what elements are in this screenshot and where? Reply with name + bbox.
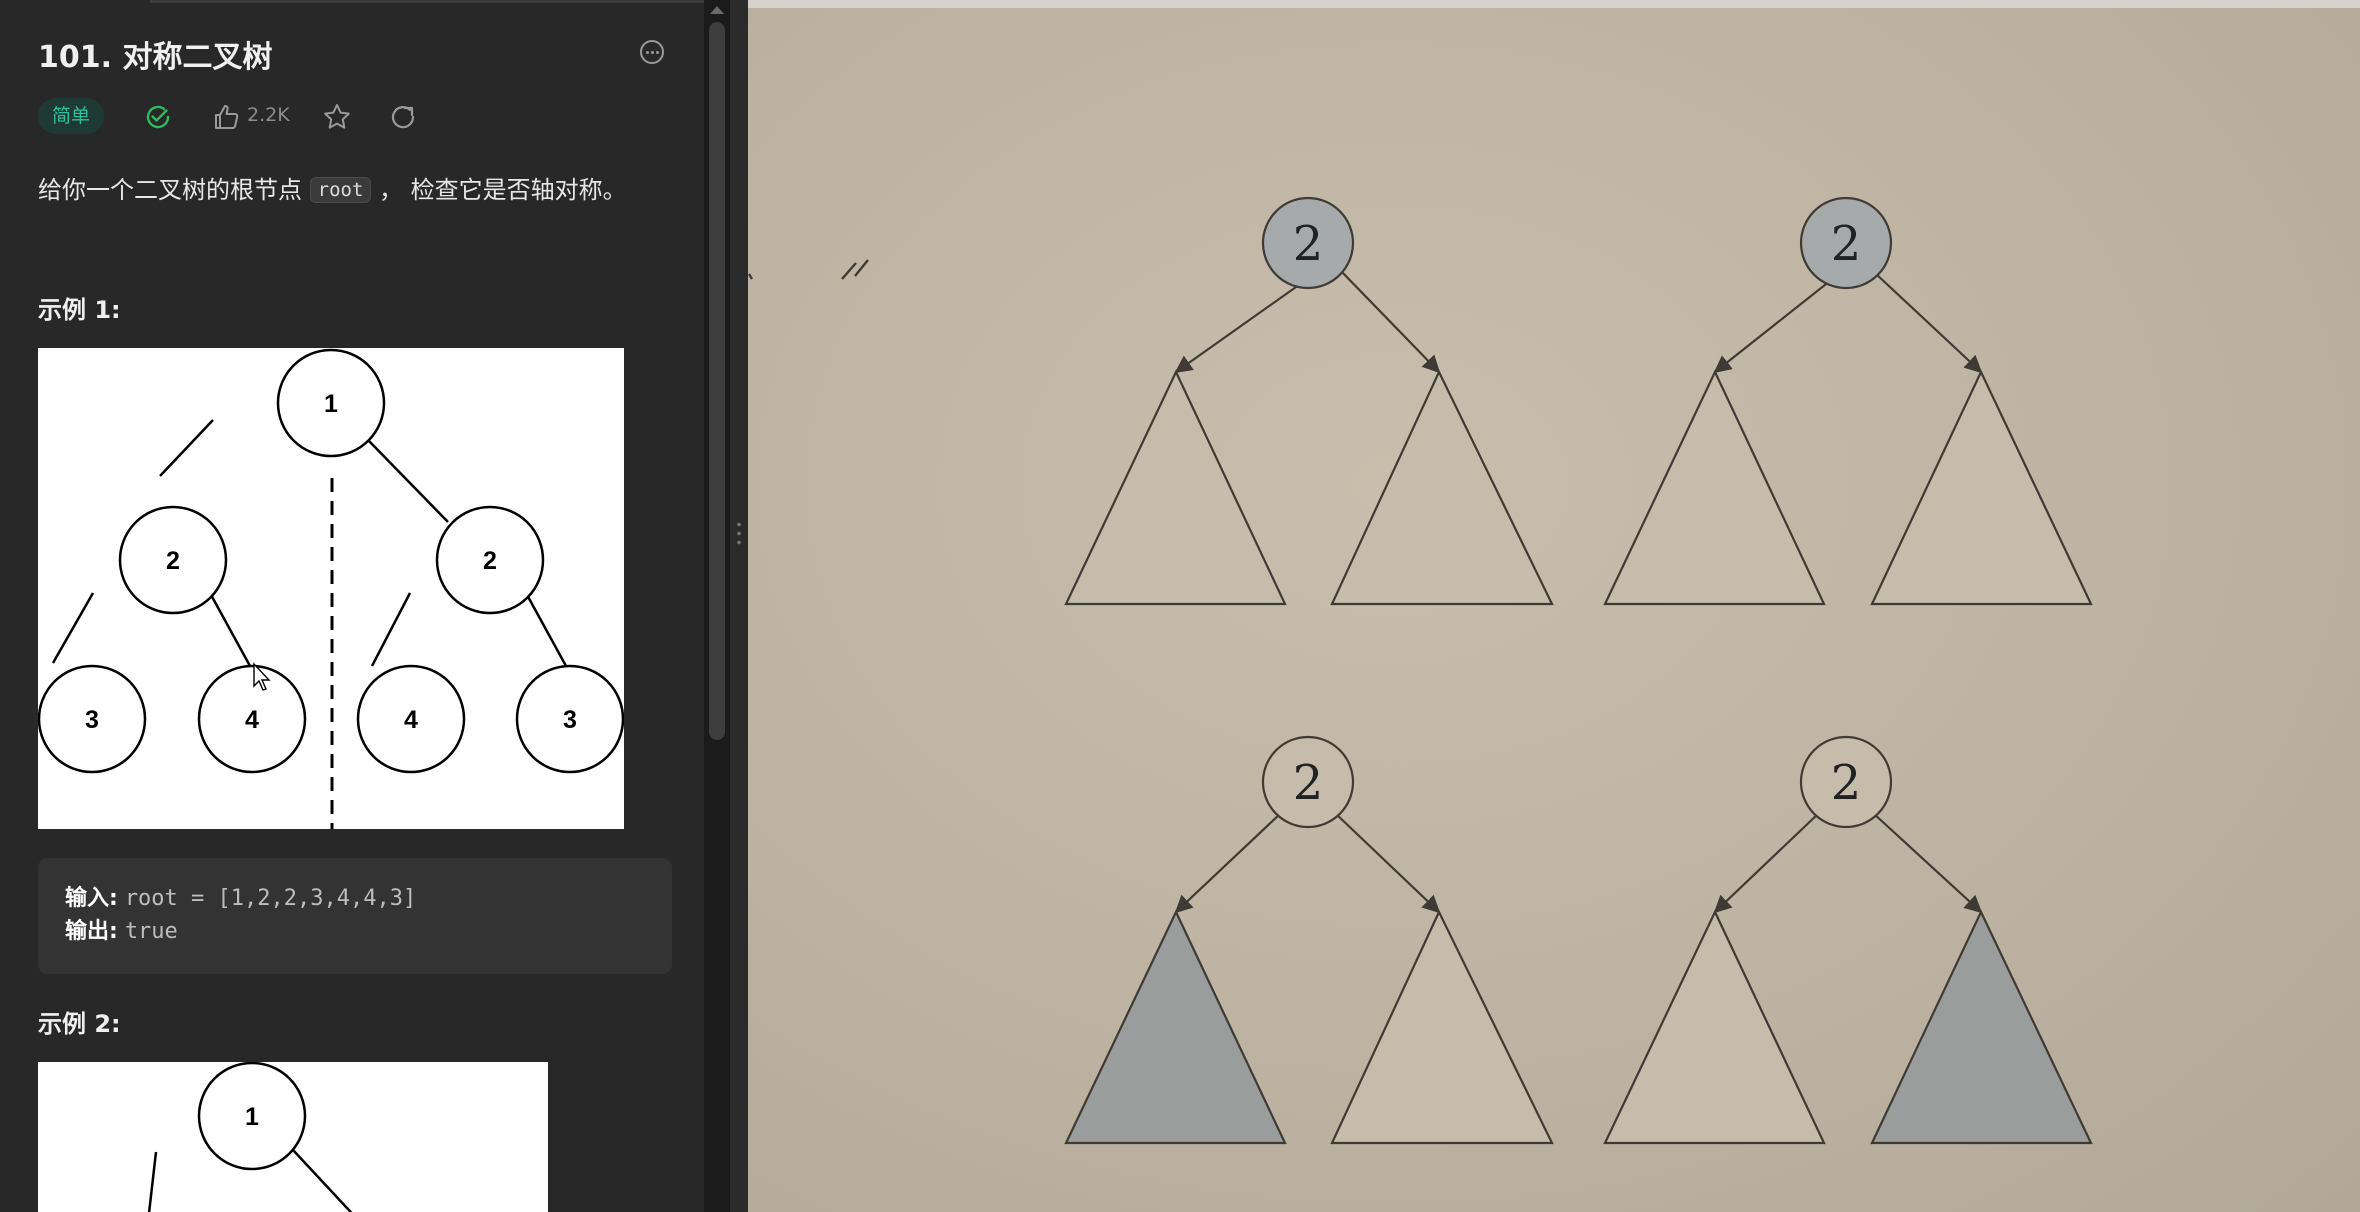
output-label: 输出: xyxy=(65,919,118,944)
root-node-label: 2 xyxy=(1831,755,1862,811)
example1-output-line: 输出: true xyxy=(65,913,178,945)
svg-text:1: 1 xyxy=(245,1103,259,1131)
subtree-triangle xyxy=(1603,909,1826,1145)
symmetry-diagram: 2 2 2 2 xyxy=(748,196,2093,1145)
tree-node: 3 xyxy=(515,664,624,774)
example1-io-block: 输入: root = [1,2,2,3,4,4,3] 输出: true xyxy=(38,858,672,974)
problem-panel: 101. 对称二叉树 简单 2.2K 给你一个二叉树的根节点 root ， 检查… xyxy=(0,0,748,1212)
svg-text:3: 3 xyxy=(563,706,577,734)
root-node-label: 2 xyxy=(1831,216,1862,272)
tree-diagram-bottom-left: 2 xyxy=(1064,735,1554,1145)
tree-node: 4 xyxy=(356,664,466,774)
tree-diagram-top-left: 2 xyxy=(748,196,1554,606)
panel-top-border xyxy=(150,0,708,3)
output-value: true xyxy=(124,919,178,944)
subtree-triangle xyxy=(1330,909,1554,1145)
example2-tree-image: 1 xyxy=(38,1062,548,1212)
tree-node: 3 xyxy=(38,664,147,774)
example1-tree-image: 1 2 2 3 4 4 3 xyxy=(38,348,624,829)
desc-text-before: 给你一个二叉树的根节点 xyxy=(38,176,302,204)
example1-input-line: 输入: root = [1,2,2,3,4,4,3] xyxy=(65,880,416,912)
input-label: 输入: xyxy=(65,886,118,911)
problem-description: 给你一个二叉树的根节点 root ， 检查它是否轴对称。 xyxy=(38,170,627,205)
example2-title: 示例 2: xyxy=(38,1010,121,1038)
problem-title: 101. 对称二叉树 xyxy=(38,40,273,75)
scrollbar-thumb[interactable] xyxy=(709,22,725,740)
tree-diagram-top-right: 2 xyxy=(1603,196,2093,606)
difficulty-badge: 简单 xyxy=(38,98,105,134)
svg-text:2: 2 xyxy=(483,547,497,575)
svg-text:1: 1 xyxy=(324,390,338,418)
like-count: 2.2K xyxy=(247,104,290,126)
tree-node: 1 xyxy=(197,1062,307,1171)
solved-check-icon xyxy=(146,105,170,129)
subtree-triangle xyxy=(1870,369,2093,606)
tree-node: 2 xyxy=(435,505,545,615)
subtree-triangle-shaded xyxy=(1870,909,2093,1145)
more-icon[interactable] xyxy=(640,40,664,64)
svg-text:2: 2 xyxy=(166,547,180,575)
root-node-label: 2 xyxy=(1293,755,1324,811)
tree-node: 4 xyxy=(197,664,307,774)
tree-node: 2 xyxy=(118,505,228,615)
scroll-up-arrow-icon[interactable] xyxy=(710,6,724,14)
tree-diagram-bottom-right: 2 xyxy=(1603,735,2093,1145)
desc-text-after: ， 检查它是否轴对称。 xyxy=(379,176,627,204)
share-icon[interactable] xyxy=(388,102,418,132)
subtree-triangle xyxy=(1603,369,1826,606)
subtree-triangle-shaded xyxy=(1064,909,1287,1145)
input-value: root = [1,2,2,3,4,4,3] xyxy=(124,886,417,911)
desc-code-root: root xyxy=(309,177,372,203)
tree-node: 1 xyxy=(276,348,386,458)
svg-text:3: 3 xyxy=(85,706,99,734)
panel-splitter[interactable] xyxy=(730,0,748,1212)
subtree-triangle xyxy=(1330,369,1554,606)
star-icon[interactable] xyxy=(322,102,352,132)
thumbs-up-icon[interactable] xyxy=(212,103,240,131)
drag-handle-icon[interactable] xyxy=(737,520,741,548)
subtree-triangle xyxy=(1064,369,1287,606)
root-node-label: 2 xyxy=(1293,216,1324,272)
svg-text:4: 4 xyxy=(245,706,259,734)
example1-title: 示例 1: xyxy=(38,296,121,324)
svg-text:4: 4 xyxy=(404,706,418,734)
